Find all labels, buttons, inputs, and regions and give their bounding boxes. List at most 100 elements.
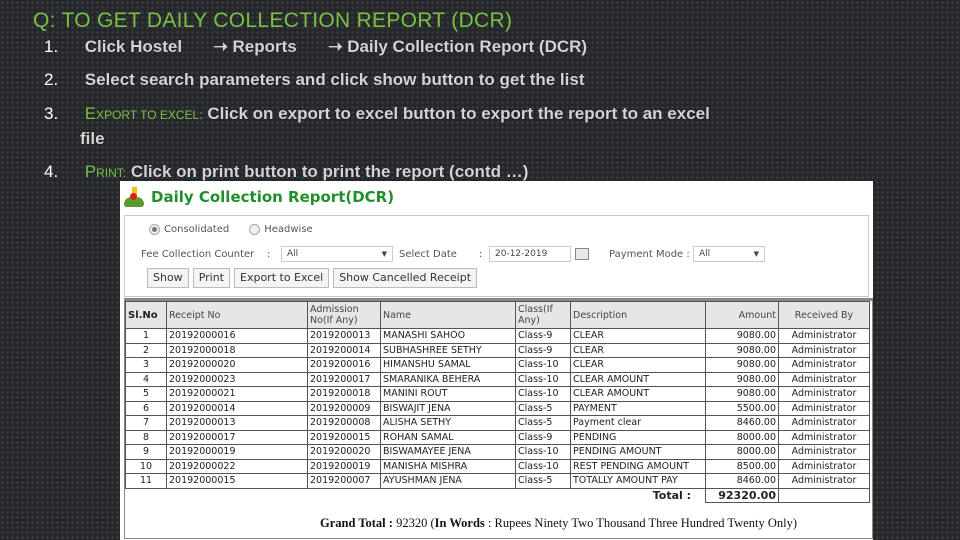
cell-description: PENDING AMOUNT xyxy=(570,444,706,460)
fee-counter-label: Fee Collection Counter xyxy=(141,248,255,260)
cell-slno: 5 xyxy=(125,386,167,402)
cell-receipt-no: 20192000014 xyxy=(166,400,308,416)
table-header-row: Sl.No Receipt No Admission No(If Any) Na… xyxy=(125,301,870,329)
cell-admission-no: 2019200015 xyxy=(307,429,381,445)
date-input[interactable]: 20-12-2019 xyxy=(489,246,571,262)
cell-received-by: Administrator xyxy=(778,371,870,387)
cell-name: SMARANIKA BEHERA xyxy=(380,371,516,387)
cell-amount: 9080.00 xyxy=(705,371,779,387)
filter-fields-row: Fee Collection Counter : All ▼ Select Da… xyxy=(141,246,765,262)
cell-name: HIMANSHU SAMAL xyxy=(380,357,516,373)
cell-received-by: Administrator xyxy=(778,429,870,445)
show-button[interactable]: Show xyxy=(147,268,189,288)
table-row[interactable]: 9 20192000019 2019200020 BISWAMAYEE JENA Cla… xyxy=(125,444,870,460)
filter-section: Consolidated Headwise Fee Collection Cou… xyxy=(124,215,869,297)
report-grid: Sl.No Receipt No Admission No(If Any) Na… xyxy=(124,298,873,539)
cell-name: MANINI ROUT xyxy=(380,386,516,402)
step-2: 2. Select search parameters and click sh… xyxy=(44,70,584,90)
cell-amount: 9080.00 xyxy=(705,328,779,344)
step-number: 1. xyxy=(44,37,59,56)
report-header: Daily Collection Report(DCR) xyxy=(120,181,873,213)
grand-total-label: Grand Total xyxy=(320,516,386,530)
step-label-initial: P xyxy=(84,162,97,181)
cell-slno: 4 xyxy=(125,371,167,387)
report-screenshot-panel: Daily Collection Report(DCR) Consolidate… xyxy=(120,181,873,540)
table-row[interactable]: 2 20192000018 2019200014 SUBHASHREE SETHY Cl… xyxy=(125,342,870,358)
cell-name: MANASHI SAHOO xyxy=(380,328,516,344)
cell-receipt-no: 20192000021 xyxy=(166,386,308,402)
cell-slno: 3 xyxy=(125,357,167,373)
table-row[interactable]: 10 20192000022 2019200019 MANISHA MISHRA Cla… xyxy=(125,458,870,474)
radio-selected-icon[interactable] xyxy=(149,224,160,235)
radio-headwise[interactable]: Headwise xyxy=(249,224,313,235)
radio-consolidated[interactable]: Consolidated xyxy=(149,224,229,235)
in-words-label: In Words xyxy=(434,516,485,530)
cell-received-by: Administrator xyxy=(778,415,870,431)
step-label: PRINT: xyxy=(85,162,126,181)
cell-receipt-no: 20192000016 xyxy=(166,328,308,344)
cell-amount: 8460.00 xyxy=(705,415,779,431)
cell-name: MANISHA MISHRA xyxy=(380,458,516,474)
table-row[interactable]: 8 20192000017 2019200015 ROHAN SAMAL Class-9… xyxy=(125,429,870,445)
cell-description: CLEAR AMOUNT xyxy=(570,371,706,387)
step-label-initial: E xyxy=(84,104,97,123)
report-type-radio-group: Consolidated Headwise xyxy=(149,224,313,235)
cell-class: Class-10 xyxy=(515,444,571,460)
cell-admission-no: 2019200020 xyxy=(307,444,381,460)
cell-description: CLEAR xyxy=(570,342,706,358)
total-row: Total : 92320.00 xyxy=(126,487,870,503)
table-row[interactable]: 6 20192000014 2019200009 BISWAJIT JENA Class… xyxy=(125,400,870,416)
cell-receipt-no: 20192000015 xyxy=(166,473,308,489)
cell-class: Class-10 xyxy=(515,386,571,402)
radio-label: Headwise xyxy=(264,224,313,235)
radio-label: Consolidated xyxy=(164,224,230,235)
cell-received-by: Administrator xyxy=(778,357,870,373)
collection-table: Sl.No Receipt No Admission No(If Any) Na… xyxy=(125,301,870,503)
cell-received-by: Administrator xyxy=(778,328,870,344)
cell-name: BISWAMAYEE JENA xyxy=(380,444,516,460)
payment-mode-select[interactable]: All ▼ xyxy=(693,246,765,262)
cell-amount: 9080.00 xyxy=(705,386,779,402)
cell-class: Class-5 xyxy=(515,400,571,416)
export-to-excel-button[interactable]: Export to Excel xyxy=(234,268,330,288)
cell-name: SUBHASHREE SETHY xyxy=(380,342,516,358)
col-header-received-by: Received By xyxy=(778,301,870,329)
cell-description: CLEAR xyxy=(570,357,706,373)
calendar-icon[interactable] xyxy=(575,248,589,260)
cell-received-by: Administrator xyxy=(778,444,870,460)
table-row[interactable]: 3 20192000020 2019200016 HIMANSHU SAMAL Clas… xyxy=(125,357,870,373)
cell-slno: 11 xyxy=(125,473,167,489)
step-text: Click on print button to print the repor… xyxy=(130,162,529,181)
cell-name: ROHAN SAMAL xyxy=(380,429,516,445)
cell-admission-no: 2019200009 xyxy=(307,400,381,416)
radio-unselected-icon[interactable] xyxy=(249,224,261,235)
table-row[interactable]: 1 20192000016 2019200013 MANASHI SAHOO Class… xyxy=(125,328,870,344)
arrow-icon: ➝ xyxy=(213,37,228,56)
cell-slno: 7 xyxy=(125,415,167,431)
table-row[interactable]: 5 20192000021 2019200018 MANINI ROUT Class-1… xyxy=(125,386,870,402)
step-text-part: Daily Collection Report (DCR) xyxy=(347,37,588,56)
report-title: Daily Collection Report(DCR) xyxy=(151,188,395,206)
table-row[interactable]: 4 20192000023 2019200017 SMARANIKA BEHERA Cl… xyxy=(125,371,870,387)
table-row[interactable]: 11 20192000015 2019200007 AYUSHMAN JENA Clas… xyxy=(125,473,870,489)
colon: : xyxy=(267,248,271,260)
cell-slno: 1 xyxy=(125,328,167,344)
step-number: 3. xyxy=(44,104,59,123)
fee-counter-value: All xyxy=(287,249,299,259)
col-header-description: Description xyxy=(570,301,706,329)
cell-received-by: Administrator xyxy=(778,400,870,416)
cell-name: BISWAJIT JENA xyxy=(380,400,516,416)
action-buttons: Show Print Export to Excel Show Cancelle… xyxy=(147,268,478,288)
slide-title: Q: TO GET DAILY COLLECTION REPORT (DCR) xyxy=(33,9,513,32)
cell-receipt-no: 20192000023 xyxy=(166,371,308,387)
show-cancelled-receipt-button[interactable]: Show Cancelled Receipt xyxy=(333,268,478,288)
step-text: Select search parameters and click show … xyxy=(84,70,585,89)
table-row[interactable]: 7 20192000013 2019200008 ALISHA SETHY Class-… xyxy=(125,415,870,431)
total-empty-cell xyxy=(778,487,870,503)
cell-admission-no: 2019200013 xyxy=(307,328,381,344)
cell-amount: 9080.00 xyxy=(705,342,779,358)
print-button[interactable]: Print xyxy=(192,268,230,288)
cell-name: AYUSHMAN JENA xyxy=(380,473,516,489)
cell-class: Class-9 xyxy=(515,429,571,445)
fee-counter-select[interactable]: All ▼ xyxy=(281,246,393,262)
